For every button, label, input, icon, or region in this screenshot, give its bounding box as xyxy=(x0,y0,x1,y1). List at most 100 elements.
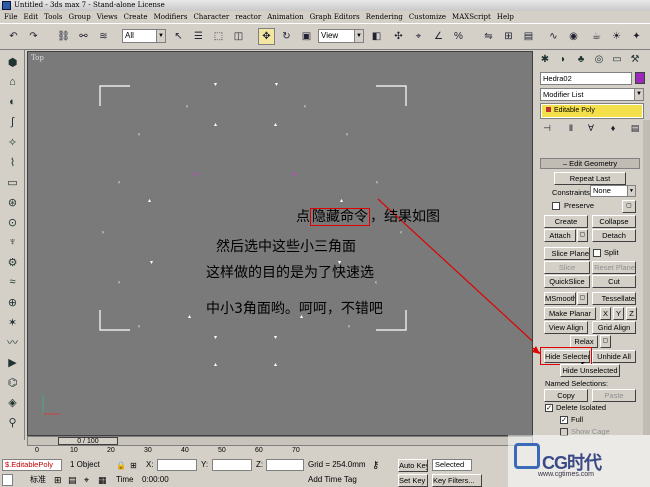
analyze-icon[interactable]: ⌬ xyxy=(3,374,22,390)
pin-stack-icon[interactable]: ⊣ xyxy=(540,121,554,135)
menu-file[interactable]: File xyxy=(4,11,17,23)
slice-button[interactable]: Slice xyxy=(544,261,590,274)
link-icon[interactable]: ⛓ xyxy=(55,28,72,45)
grid-align-button[interactable]: Grid Align xyxy=(592,321,636,334)
modifier-list-dropdown[interactable]: Modifier List ▼ xyxy=(540,88,644,101)
triangle-face[interactable]: ▴ xyxy=(340,198,343,204)
collapse-button[interactable]: Collapse xyxy=(592,215,636,228)
menu-tools[interactable]: Tools xyxy=(44,11,62,23)
triangle-face[interactable]: ▴ xyxy=(188,314,191,320)
menu-views[interactable]: Views xyxy=(97,11,118,23)
menu-modifiers[interactable]: Modifiers xyxy=(154,11,188,23)
angle-snap-icon[interactable]: ∠ xyxy=(430,28,447,45)
triangle-face[interactable]: ▾ xyxy=(293,172,296,178)
object-name-field[interactable]: Hedra02 xyxy=(540,72,632,85)
triangle-face[interactable]: ▴ xyxy=(274,362,277,368)
unhide-all-button[interactable]: Unhide All xyxy=(592,350,636,363)
pick-icon[interactable]: ⌖ xyxy=(84,475,89,486)
triangle-face[interactable]: › xyxy=(118,180,120,186)
modify-tab-icon[interactable]: ◗ xyxy=(554,51,572,68)
utilities-tab-icon[interactable]: ⚒ xyxy=(626,51,644,68)
triangle-face[interactable]: › xyxy=(102,230,104,236)
set-key-button[interactable]: Set Key xyxy=(398,474,428,487)
triangle-face[interactable]: ‹ xyxy=(346,132,348,138)
planarize-y-button[interactable]: Y xyxy=(613,307,624,320)
align-icon[interactable]: ⊞ xyxy=(500,28,517,45)
triangle-face[interactable]: › xyxy=(118,280,120,286)
edit-geometry-rollout[interactable]: – Edit Geometry xyxy=(540,158,640,169)
toy-car-icon[interactable]: ⊕ xyxy=(3,294,22,310)
create-animation-icon[interactable]: ◈ xyxy=(3,394,22,410)
quick-render-icon[interactable]: ☀ xyxy=(608,28,625,45)
time-slider-thumb[interactable]: 0 / 100 xyxy=(58,437,118,445)
copy-button[interactable]: Copy xyxy=(544,389,588,402)
triangle-face[interactable]: ▴ xyxy=(214,362,217,368)
triangle-face[interactable]: ▴ xyxy=(214,122,217,128)
key-mode-dropdown[interactable]: Selected xyxy=(432,459,472,471)
attach-list-button[interactable]: ▢ xyxy=(577,229,588,242)
time-slider[interactable]: 0 / 100 xyxy=(27,436,533,446)
menu-edit[interactable]: Edit xyxy=(23,11,38,23)
view-align-button[interactable]: View Align xyxy=(544,321,588,334)
select-manipulate-icon[interactable]: ✣ xyxy=(390,28,407,45)
preview-icon[interactable]: ▶ xyxy=(3,354,22,370)
msmooth-settings-button[interactable]: ▢ xyxy=(577,292,588,305)
display-tab-icon[interactable]: ▭ xyxy=(608,51,626,68)
material-editor-icon[interactable]: ◉ xyxy=(565,28,582,45)
plane-icon[interactable]: ▭ xyxy=(3,174,22,190)
render-last-icon[interactable]: ✦ xyxy=(628,28,645,45)
ragdoll-icon[interactable]: ♆ xyxy=(3,234,22,250)
cut-button[interactable]: Cut xyxy=(592,275,636,288)
triangle-face[interactable]: › xyxy=(138,324,140,330)
reference-coord-dropdown[interactable]: View ▼ xyxy=(318,29,364,43)
track-bar[interactable]: 0 10 20 30 40 50 60 70 xyxy=(27,446,533,457)
make-unique-icon[interactable]: ∀ xyxy=(584,121,598,135)
selection-lock-icon[interactable]: ⊞ xyxy=(54,475,62,486)
attach-button[interactable]: Attach xyxy=(544,229,576,242)
menu-help[interactable]: Help xyxy=(497,11,514,23)
key-icon[interactable]: ⚷ xyxy=(372,460,379,471)
render-scene-icon[interactable]: ☕ xyxy=(588,28,605,45)
redo-icon[interactable]: ↷ xyxy=(25,28,42,45)
menu-reactor[interactable]: reactor xyxy=(235,11,261,23)
maxscript-listener-field[interactable]: $.EditablePoly xyxy=(2,459,62,471)
mirror-icon[interactable]: ⇋ xyxy=(480,28,497,45)
select-object-icon[interactable]: ↖ xyxy=(170,28,187,45)
triangle-face[interactable]: ‹ xyxy=(375,280,377,286)
pivot-center-icon[interactable]: ◧ xyxy=(368,28,385,45)
render-icon[interactable]: ▤ xyxy=(68,475,77,486)
planarize-x-button[interactable]: X xyxy=(600,307,611,320)
property-editor-icon[interactable]: ⚲ xyxy=(3,414,22,430)
triangle-face[interactable]: ▾ xyxy=(275,82,278,88)
reset-plane-button[interactable]: Reset Plane xyxy=(592,261,636,274)
triangle-face[interactable]: ▴ xyxy=(274,122,277,128)
snaps-toggle-icon[interactable]: ⌖ xyxy=(410,28,427,45)
key-filters-button[interactable]: Key Filters... xyxy=(432,474,482,487)
top-viewport[interactable]: Top ▾ ▾ › ‹ ▴ ▴ › ‹ ▾ ▾ › ‹ ▴ ▴ › ‹ ▾ ▾ … xyxy=(27,51,533,436)
triangle-face[interactable]: ▾ xyxy=(274,335,277,341)
hierarchy-tab-icon[interactable]: ♣ xyxy=(572,51,590,68)
selection-filter-dropdown[interactable]: All ▼ xyxy=(122,29,166,43)
menu-customize[interactable]: Customize xyxy=(409,11,446,23)
motor-icon[interactable]: ⚙ xyxy=(3,254,22,270)
window-crossing-icon[interactable]: ◫ xyxy=(230,28,247,45)
spring-icon[interactable]: ⌇ xyxy=(3,154,22,170)
make-planar-button[interactable]: Make Planar xyxy=(544,307,596,320)
fracture-icon[interactable]: ✶ xyxy=(3,314,22,330)
region-select-icon[interactable]: ⬚ xyxy=(210,28,227,45)
stack-item-editable-poly[interactable]: Editable Poly xyxy=(542,105,642,117)
tessellate-button[interactable]: Tessellate xyxy=(592,292,636,305)
triangle-face[interactable]: ‹ xyxy=(376,180,378,186)
triangle-face[interactable]: ▴ xyxy=(148,198,151,204)
scale-icon[interactable]: ▣ xyxy=(298,28,315,45)
rotate-icon[interactable]: ↻ xyxy=(278,28,295,45)
menu-animation[interactable]: Animation xyxy=(267,11,303,23)
rope-icon[interactable]: ∫ xyxy=(3,114,22,130)
soft-body-icon[interactable]: ◐ xyxy=(3,94,22,110)
constraint-icon[interactable]: ✧ xyxy=(3,134,22,150)
preserve-uvs-checkbox[interactable] xyxy=(552,202,560,210)
create-button[interactable]: Create xyxy=(544,215,588,228)
triangle-face[interactable]: ▾ xyxy=(214,82,217,88)
command-panel-scrollbar[interactable] xyxy=(643,120,650,435)
triangle-face[interactable]: ‹ xyxy=(348,324,350,330)
